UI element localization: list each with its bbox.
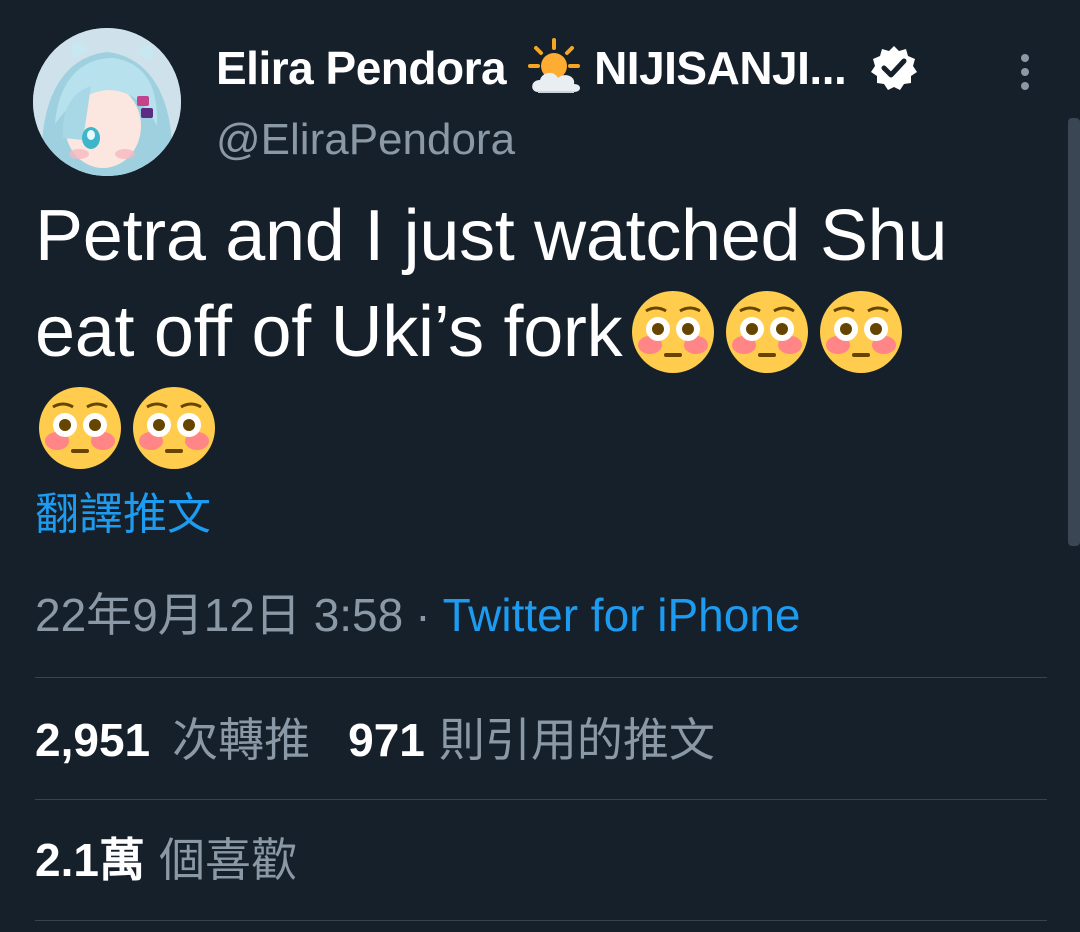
verified-badge-icon [870,44,918,92]
divider [35,920,1047,921]
avatar[interactable] [33,28,181,176]
translate-tweet-link[interactable]: 翻譯推文 [35,486,211,544]
flushed-face-icon [818,289,904,375]
sun-behind-cloud-icon [524,38,590,98]
tweet-timestamp[interactable]: 22年9月12日 3:58 [35,589,403,641]
meta-separator: · [415,589,431,641]
tweet-text: Petra and I just watched Shu eat off of … [35,188,1035,476]
author-name-row[interactable]: Elira Pendora NIJISANJI... [216,38,918,98]
retweets-count[interactable]: 2,951 [35,710,150,770]
likes-count[interactable]: 2.1萬 [35,830,145,890]
tweet-text-line-1: Petra and I just watched Shu [35,196,948,276]
likes-label[interactable]: 個喜歡 [159,830,297,890]
quote-tweets-label[interactable]: 則引用的推文 [439,710,715,770]
tweet-detail-screen: Elira Pendora NIJISANJI... @EliraPendora… [0,0,1080,932]
flushed-face-icon [630,289,716,375]
flushed-face-icon [37,385,123,471]
avatar-image [33,28,181,176]
quote-tweets-count[interactable]: 971 [348,710,425,770]
tweet-text-line: eat off of Uki’s fork [35,284,1035,380]
divider [35,677,1047,678]
author-display-name[interactable]: Elira Pendora [216,40,507,96]
retweets-label[interactable]: 次轉推 [172,710,310,770]
tweet-meta-row: 22年9月12日 3:58 · Twitter for iPhone [35,586,801,644]
flushed-face-icon [131,385,217,471]
flushed-face-icon [724,289,810,375]
likes-stats-row: 2.1萬 個喜歡 [35,830,335,890]
author-name-suffix[interactable]: NIJISANJI... [594,40,847,96]
divider [35,799,1047,800]
tweet-text-line [35,380,1035,476]
tweet-text-line: Petra and I just watched Shu [35,188,1035,284]
scrollbar[interactable] [1068,118,1080,546]
more-options-icon[interactable] [1014,52,1036,92]
author-handle[interactable]: @EliraPendora [216,112,515,168]
engagement-stats-row: 2,951 次轉推 971 則引用的推文 [35,710,753,770]
tweet-source-link[interactable]: Twitter for iPhone [443,589,801,641]
tweet-text-line-2: eat off of Uki’s fork [35,292,623,372]
